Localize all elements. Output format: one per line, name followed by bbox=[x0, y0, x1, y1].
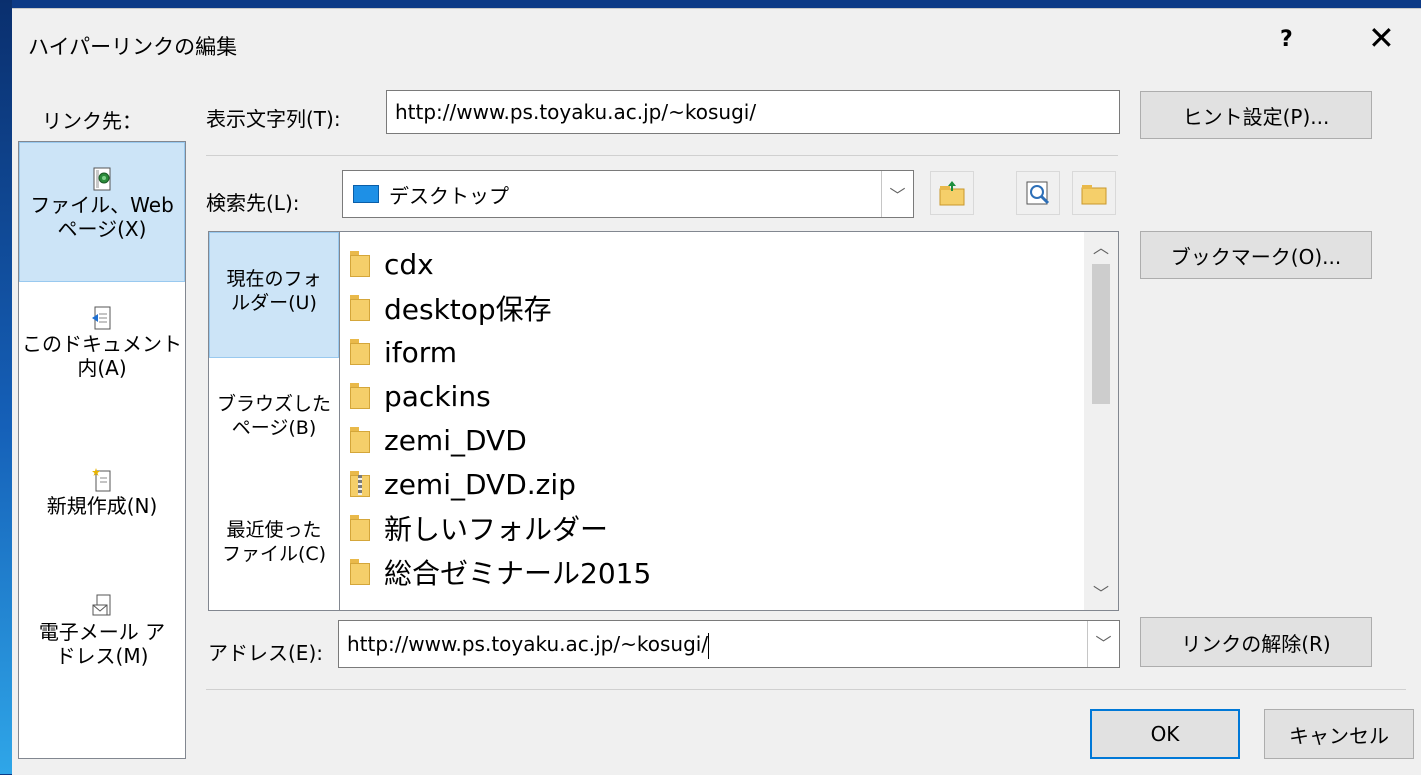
folder-icon bbox=[350, 339, 370, 365]
list-item[interactable]: zemi_DVD bbox=[350, 418, 527, 462]
list-item[interactable]: zemi_DVD.zip bbox=[350, 462, 576, 506]
web-page-icon bbox=[93, 167, 111, 191]
separator bbox=[206, 155, 1118, 156]
recent-files-tab[interactable]: 最近使った ファイル(C) bbox=[209, 484, 339, 610]
desktop-background bbox=[0, 0, 12, 774]
link-to-item-line1: 新規作成(N) bbox=[46, 494, 158, 518]
look-in-combo[interactable]: デスクトップ ﹀ bbox=[342, 170, 914, 218]
scroll-up-icon[interactable]: ︿ bbox=[1084, 232, 1118, 264]
link-to-this-document[interactable]: このドキュメント 内(A) bbox=[19, 302, 185, 422]
address-combo[interactable]: http://www.ps.toyaku.ac.jp/~kosugi/ ﹀ bbox=[338, 620, 1120, 668]
folder-icon bbox=[350, 427, 370, 453]
file-name: packins bbox=[384, 379, 491, 413]
look-in-item-line1: 最近使った bbox=[226, 519, 322, 541]
file-list[interactable]: cdx desktop保存 iform packins zemi_DVD zem… bbox=[339, 231, 1119, 611]
file-name: 新しいフォルダー bbox=[384, 513, 609, 546]
link-to-new-document[interactable]: 新規作成(N) bbox=[19, 442, 185, 562]
browsed-pages-tab[interactable]: ブラウズした ページ(B) bbox=[209, 358, 339, 484]
link-to-item-line1: ファイル、Web bbox=[30, 193, 174, 217]
zip-folder-icon bbox=[350, 471, 370, 497]
link-to-pane: ファイル、Web ページ(X) このドキュメント 内(A) 新規作成(N) 電子… bbox=[18, 141, 186, 759]
scroll-down-icon[interactable]: ﹀ bbox=[1084, 578, 1118, 610]
look-in-pane: 現在のフォ ルダー(U) ブラウズした ページ(B) 最近使った ファイル(C) bbox=[208, 231, 339, 611]
vertical-scrollbar[interactable]: ︿ ﹀ bbox=[1084, 232, 1118, 610]
list-item[interactable]: cdx bbox=[350, 242, 434, 286]
screentip-button[interactable]: ヒント設定(P)... bbox=[1140, 91, 1372, 139]
chevron-down-icon[interactable]: ﹀ bbox=[881, 171, 913, 217]
file-name: zemi_DVD.zip bbox=[384, 467, 576, 501]
look-in-value: デスクトップ bbox=[389, 183, 509, 208]
list-item[interactable]: packins bbox=[350, 374, 491, 418]
link-to-file-web-page[interactable]: ファイル、Web ページ(X) bbox=[19, 142, 185, 282]
up-folder-icon bbox=[939, 181, 965, 206]
link-to-item-line2: ページ(X) bbox=[57, 217, 147, 241]
current-folder-tab[interactable]: 現在のフォ ルダー(U) bbox=[209, 232, 339, 358]
text-to-display-input[interactable]: http://www.ps.toyaku.ac.jp/~kosugi/ bbox=[386, 90, 1120, 134]
file-name: desktop保存 bbox=[384, 293, 552, 326]
document-place-icon bbox=[92, 306, 111, 330]
file-name: zemi_DVD bbox=[384, 423, 527, 457]
look-in-item-line2: ルダー(U) bbox=[231, 292, 317, 314]
file-name: iform bbox=[384, 335, 458, 369]
folder-icon bbox=[350, 383, 370, 409]
folder-icon bbox=[350, 559, 370, 585]
look-in-item-line2: ファイル(C) bbox=[221, 543, 327, 565]
bookmark-button[interactable]: ブックマーク(O)... bbox=[1140, 231, 1372, 279]
cancel-button[interactable]: キャンセル bbox=[1264, 709, 1414, 759]
new-document-icon bbox=[92, 468, 111, 492]
folder-icon bbox=[350, 295, 370, 321]
list-item[interactable]: desktop保存 bbox=[350, 286, 552, 330]
file-name: 総合ゼミナール2015 bbox=[384, 557, 652, 590]
separator bbox=[206, 689, 1406, 690]
help-button[interactable]: ? bbox=[1280, 27, 1293, 52]
address-label: アドレス(E): bbox=[208, 641, 323, 665]
link-to-item-line1: 電子メール ア bbox=[38, 620, 166, 644]
list-item[interactable]: iform bbox=[350, 330, 457, 374]
look-in-item-line2: ページ(B) bbox=[231, 417, 317, 439]
link-to-item-line2: 内(A) bbox=[77, 356, 127, 380]
dialog-title: ハイパーリンクの編集 bbox=[28, 35, 238, 59]
list-item[interactable]: 新しいフォルダー bbox=[350, 506, 608, 550]
hyperlink-edit-dialog: ハイパーリンクの編集 ? ✕ リンク先： ファイル、Web ページ(X) このド… bbox=[12, 8, 1421, 775]
link-to-item-line2: ドレス(M) bbox=[55, 644, 149, 668]
browse-file-button[interactable] bbox=[1072, 171, 1116, 215]
look-in-item-line1: ブラウズした bbox=[216, 393, 331, 415]
browse-web-button[interactable] bbox=[1016, 171, 1060, 215]
list-item[interactable]: 総合ゼミナール2015 bbox=[350, 550, 651, 594]
text-to-display-label: 表示文字列(T): bbox=[206, 107, 341, 131]
address-value: http://www.ps.toyaku.ac.jp/~kosugi/ bbox=[347, 632, 709, 656]
close-button[interactable]: ✕ bbox=[1368, 22, 1395, 54]
text-cursor bbox=[708, 632, 710, 659]
scroll-thumb[interactable] bbox=[1092, 264, 1110, 404]
desktop-icon bbox=[353, 185, 379, 203]
email-icon bbox=[92, 594, 111, 616]
link-to-label: リンク先： bbox=[42, 109, 142, 133]
link-to-email-address[interactable]: 電子メール ア ドレス(M) bbox=[19, 582, 185, 712]
browse-web-icon bbox=[1026, 181, 1050, 205]
remove-link-button[interactable]: リンクの解除(R) bbox=[1140, 617, 1372, 667]
link-to-item-line1: このドキュメント bbox=[22, 332, 182, 356]
browse-file-icon bbox=[1081, 185, 1107, 205]
folder-icon bbox=[350, 251, 370, 277]
look-in-label: 検索先(L): bbox=[206, 191, 300, 215]
file-name: cdx bbox=[384, 247, 434, 281]
up-folder-button[interactable] bbox=[930, 171, 974, 215]
ok-button[interactable]: OK bbox=[1090, 709, 1240, 759]
look-in-item-line1: 現在のフォ bbox=[226, 268, 322, 290]
folder-icon bbox=[350, 515, 370, 541]
chevron-down-icon[interactable]: ﹀ bbox=[1087, 621, 1119, 667]
